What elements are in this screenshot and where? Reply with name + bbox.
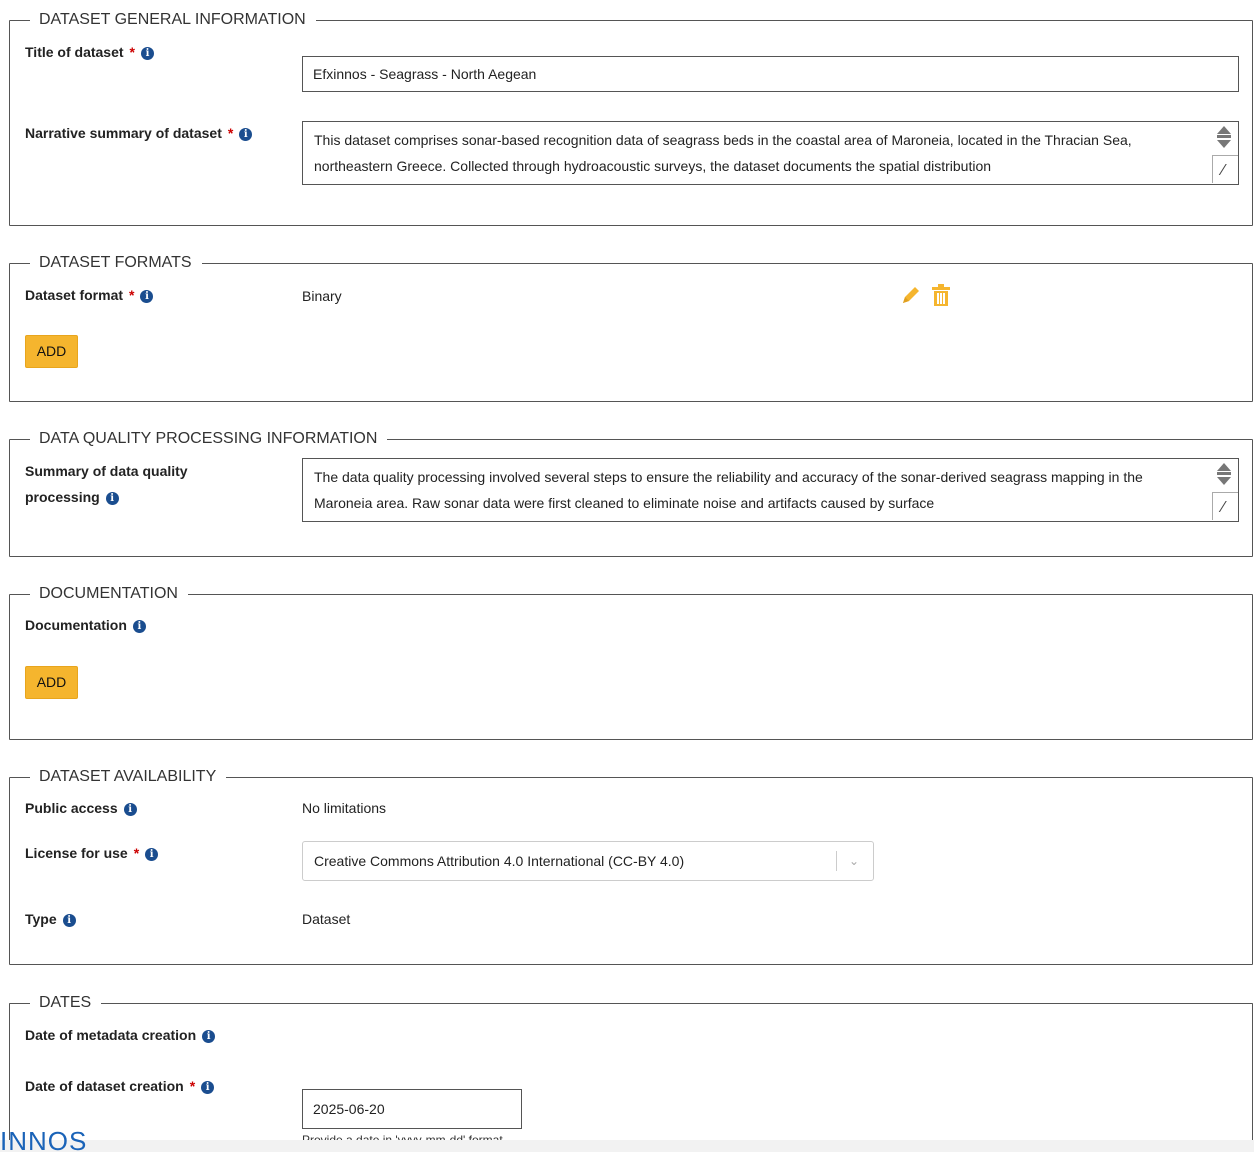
dataset-format-label: Dataset format * i: [25, 282, 154, 308]
section-legend: DATASET FORMATS: [18, 253, 202, 273]
scroll-down-icon[interactable]: [1217, 477, 1231, 485]
summary-data-quality-label: Summary of data quality processing i: [25, 463, 188, 505]
info-icon[interactable]: i: [201, 1081, 215, 1094]
section-legend: DATASET GENERAL INFORMATION: [18, 10, 316, 30]
resize-handle-icon[interactable]: [1212, 492, 1238, 521]
scroll-thumb[interactable]: [1217, 135, 1231, 138]
title-of-dataset-label: Title of dataset * i: [25, 39, 154, 65]
required-marker: *: [227, 125, 234, 141]
bottom-bar: [0, 1140, 1254, 1152]
info-icon[interactable]: i: [123, 803, 137, 816]
section-dataset-availability: DATASET AVAILABILITY Public access i No l…: [9, 767, 1253, 965]
textarea-scrollbar[interactable]: [1208, 459, 1238, 521]
chevron-down-icon[interactable]: ⌄: [849, 842, 859, 880]
info-icon[interactable]: i: [62, 914, 76, 927]
info-icon[interactable]: i: [202, 1030, 216, 1043]
add-documentation-button[interactable]: ADD: [25, 666, 78, 699]
license-select[interactable]: Creative Commons Attribution 4.0 Interna…: [302, 841, 874, 881]
required-marker: *: [133, 845, 140, 861]
type-label: Type i: [25, 906, 76, 932]
section-documentation: DOCUMENTATION Documentation i ADD: [9, 584, 1253, 740]
scroll-thumb[interactable]: [1217, 472, 1231, 475]
scroll-up-icon[interactable]: [1217, 126, 1231, 134]
edit-pencil-icon[interactable]: [900, 284, 922, 306]
dataset-format-value: Binary: [302, 288, 342, 304]
scroll-down-icon[interactable]: [1217, 140, 1231, 148]
license-for-use-label: License for use * i: [25, 840, 159, 866]
documentation-label: Documentation i: [25, 612, 146, 638]
section-dates: DATES Date of metadata creation i Date of…: [9, 993, 1253, 1152]
info-icon[interactable]: i: [141, 47, 154, 60]
info-icon[interactable]: i: [105, 492, 119, 505]
summary-data-quality-textarea[interactable]: The data quality processing involved sev…: [302, 458, 1239, 522]
type-value: Dataset: [302, 911, 351, 927]
section-dataset-formats: DATASET FORMATS Dataset format * i Binary …: [9, 253, 1253, 402]
delete-trash-icon[interactable]: [932, 284, 950, 306]
info-icon[interactable]: i: [140, 290, 154, 303]
textarea-scrollbar[interactable]: [1208, 122, 1238, 184]
section-legend: DATES: [18, 993, 102, 1013]
section-data-quality: DATA QUALITY PROCESSING INFORMATION Summ…: [9, 429, 1253, 557]
dataset-creation-date-label: Date of dataset creation * i: [25, 1073, 215, 1099]
info-icon[interactable]: i: [132, 620, 146, 633]
section-general-information: DATASET GENERAL INFORMATION Title of dat…: [9, 10, 1253, 226]
scroll-up-icon[interactable]: [1217, 463, 1231, 471]
section-legend: DOCUMENTATION: [18, 584, 188, 604]
public-access-value: No limitations: [302, 800, 387, 816]
required-marker: *: [129, 44, 135, 60]
section-legend: DATA QUALITY PROCESSING INFORMATION: [18, 429, 388, 449]
public-access-label: Public access i: [25, 795, 137, 821]
resize-handle-icon[interactable]: [1212, 155, 1238, 184]
metadata-creation-date-label: Date of metadata creation i: [25, 1022, 216, 1048]
add-format-button[interactable]: ADD: [25, 335, 78, 368]
footer-brand-text: INNOS: [0, 1126, 88, 1152]
title-of-dataset-input[interactable]: Efxinnos - Seagrass - North Aegean: [302, 56, 1239, 92]
select-separator: [836, 851, 837, 871]
required-marker: *: [189, 1078, 196, 1094]
dataset-creation-date-input[interactable]: 2025-06-20: [302, 1089, 522, 1129]
info-icon[interactable]: i: [239, 128, 253, 141]
required-marker: *: [129, 287, 135, 303]
narrative-summary-label: Narrative summary of dataset * i: [25, 120, 253, 146]
narrative-summary-textarea[interactable]: This dataset comprises sonar-based recog…: [302, 121, 1239, 185]
info-icon[interactable]: i: [145, 848, 159, 861]
section-legend: DATASET AVAILABILITY: [18, 767, 227, 787]
